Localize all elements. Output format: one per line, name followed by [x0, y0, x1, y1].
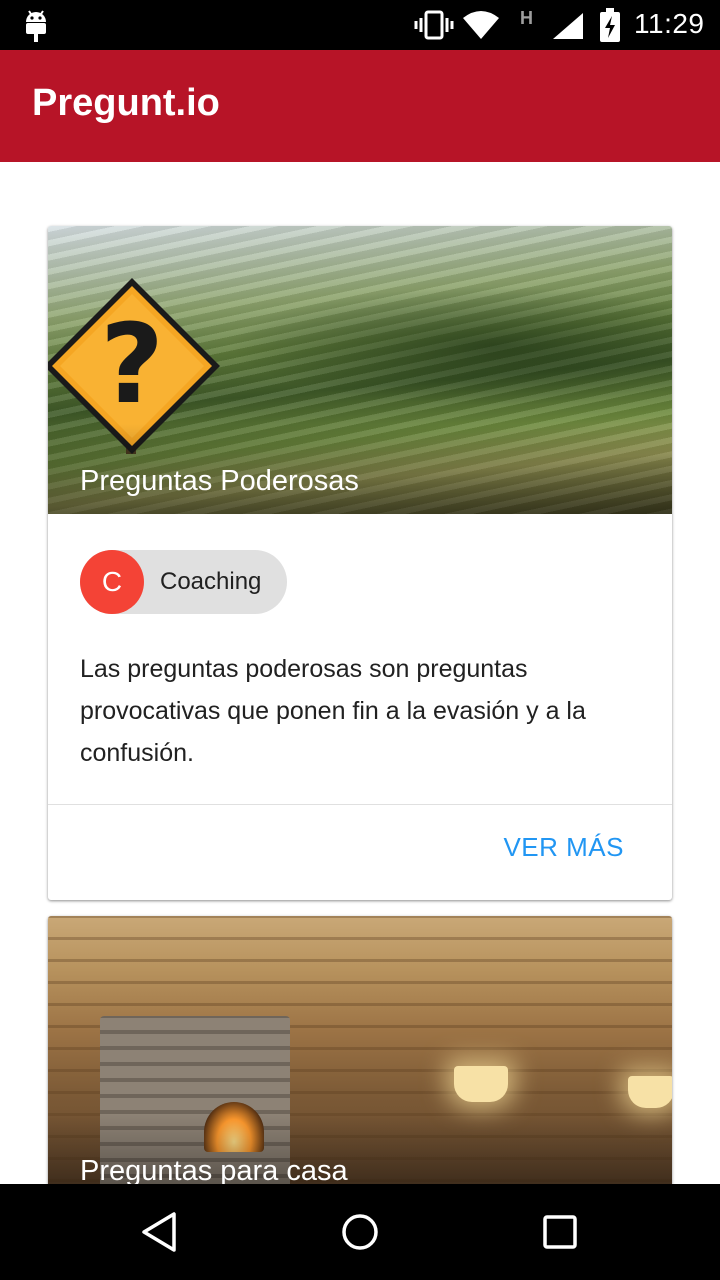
- recents-icon[interactable]: [538, 1210, 582, 1254]
- status-time: 11:29: [634, 8, 705, 39]
- screen: H 11:29 Pregunt.io ? Preguntas Poderosas…: [0, 0, 720, 1280]
- question-card[interactable]: Preguntas para casa: [48, 916, 672, 1184]
- card-image[interactable]: Preguntas para casa: [48, 916, 672, 1184]
- card-description: Las preguntas poderosas son preguntas pr…: [80, 655, 586, 767]
- app-title: Pregunt.io: [32, 82, 220, 124]
- status-bar: H 11:29: [0, 0, 720, 50]
- category-chip[interactable]: C Coaching: [80, 550, 288, 614]
- home-icon[interactable]: [338, 1210, 382, 1254]
- card-list[interactable]: ? Preguntas Poderosas C Coaching Las pre…: [0, 162, 720, 1184]
- navigation-bar: [0, 1184, 720, 1280]
- card-divider: [48, 804, 672, 805]
- card-body: C Coaching Las preguntas poderosas son p…: [48, 514, 672, 774]
- forest-shadow: [228, 286, 672, 406]
- signal-icon: [553, 13, 583, 39]
- question-card[interactable]: ? Preguntas Poderosas C Coaching Las pre…: [48, 226, 672, 900]
- wifi-icon: [463, 11, 499, 39]
- app-bar: Pregunt.io: [0, 50, 720, 162]
- android-icon: [26, 10, 46, 42]
- card-image[interactable]: ? Preguntas Poderosas: [48, 226, 672, 514]
- see-more-button[interactable]: VER MÁS: [503, 832, 624, 863]
- vibrate-icon: [414, 10, 454, 40]
- battery-charging-icon: [600, 8, 620, 42]
- chip-label: Coaching: [160, 568, 262, 595]
- back-icon[interactable]: [138, 1210, 182, 1254]
- lamp: [454, 1066, 508, 1102]
- card-title: Preguntas Poderosas: [80, 465, 359, 497]
- svg-text:?: ?: [100, 300, 164, 428]
- chip-avatar: C: [80, 550, 144, 614]
- card-title: Preguntas para casa: [80, 1155, 348, 1184]
- network-type-label: H: [520, 8, 533, 28]
- lamp: [628, 1076, 672, 1108]
